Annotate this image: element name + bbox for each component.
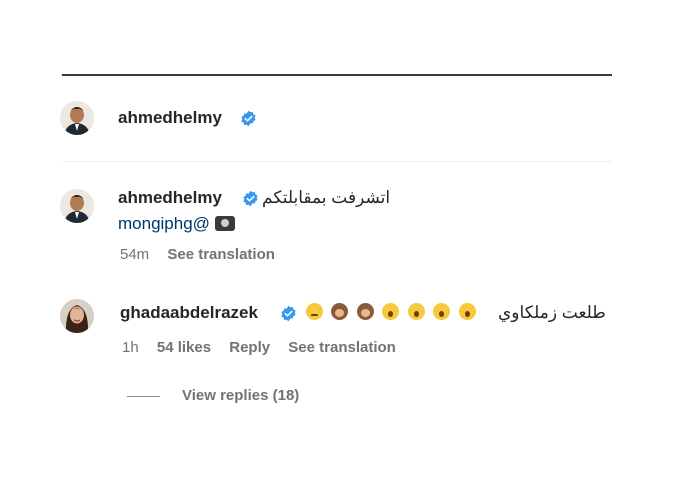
mention-link[interactable]: mongiphg@ — [118, 214, 210, 233]
surprised-face-emoji-icon — [458, 303, 476, 320]
verified-badge-icon — [241, 110, 256, 127]
sad-face-emoji-icon — [306, 303, 323, 320]
verified-badge-icon — [243, 190, 258, 207]
likes-count[interactable]: 54 likes — [157, 339, 211, 356]
comment-meta: 54m See translation — [120, 246, 289, 263]
top-divider — [62, 74, 612, 76]
comment-mention-line: mongiphg@ — [118, 214, 235, 234]
see-no-evil-monkey-emoji-icon — [331, 303, 349, 320]
comment-avatar[interactable] — [60, 189, 94, 223]
camera-emoji-icon — [214, 216, 235, 231]
view-replies-line — [127, 396, 160, 397]
comment-time[interactable]: 54m — [120, 246, 149, 263]
comment-text: اتشرفت بمقابلتكم — [262, 188, 391, 207]
see-translation-button[interactable]: See translation — [167, 246, 275, 263]
post-author-avatar[interactable] — [60, 101, 94, 135]
surprised-face-emoji-icon — [433, 303, 451, 320]
header-divider — [62, 161, 612, 162]
comment-emoji-row — [306, 303, 480, 323]
reply-button[interactable]: Reply — [229, 339, 270, 356]
verified-badge-icon — [281, 305, 296, 322]
surprised-face-emoji-icon — [407, 303, 425, 320]
post-author-username[interactable]: ahmedhelmy — [118, 108, 222, 128]
comment-username[interactable]: ghadaabdelrazek — [120, 303, 258, 323]
comment-meta: 1h 54 likes Reply See translation — [122, 339, 410, 356]
comment-username[interactable]: ahmedhelmy — [118, 188, 222, 208]
see-translation-button[interactable]: See translation — [288, 339, 396, 356]
comment-time[interactable]: 1h — [122, 339, 139, 356]
surprised-face-emoji-icon — [382, 303, 400, 320]
view-replies-button[interactable]: View replies (18) — [182, 387, 299, 404]
comment-avatar[interactable] — [60, 299, 94, 333]
comment-text: طلعت زملكاوي — [498, 303, 606, 322]
see-no-evil-monkey-emoji-icon — [356, 303, 374, 320]
